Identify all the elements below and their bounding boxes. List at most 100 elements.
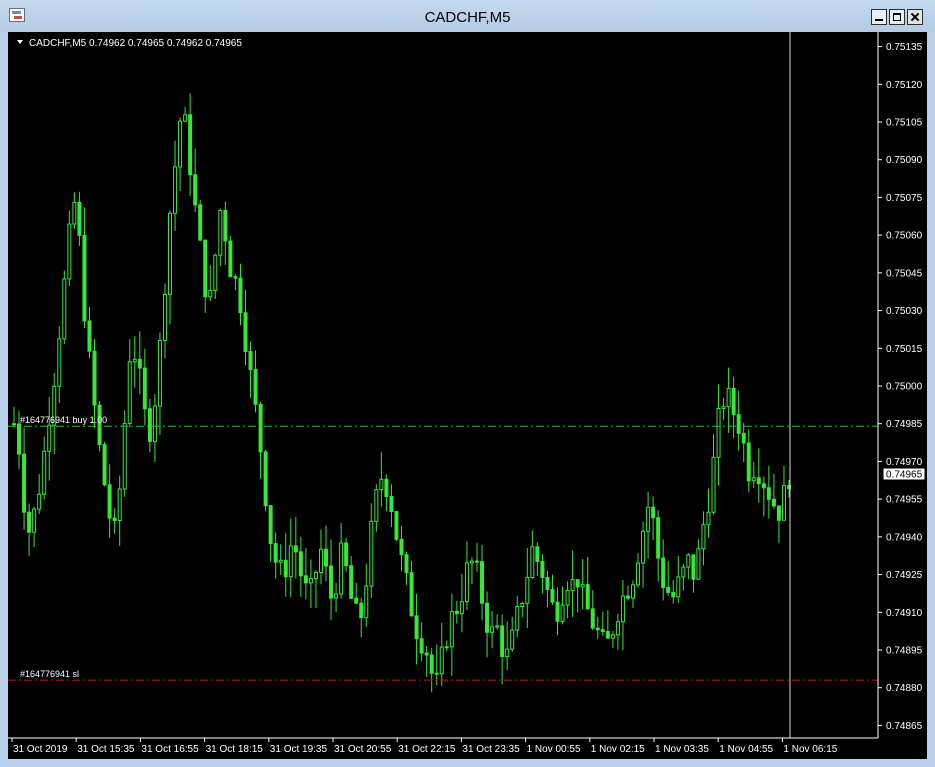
price-tick-label: 0.75045	[886, 268, 923, 279]
candle-body	[751, 477, 756, 482]
candle-body	[721, 406, 726, 410]
candle-body	[389, 495, 394, 513]
chart-area[interactable]: #164776941 buy 1.00 #164776941 sl 0.75135…	[8, 32, 927, 759]
candle-body	[590, 608, 595, 629]
price-tick-label: 0.74940	[886, 532, 923, 543]
candle-body	[565, 590, 570, 606]
candle-body	[27, 511, 32, 533]
candle-body	[349, 565, 354, 599]
candle-body	[168, 212, 173, 295]
candle-body	[354, 597, 359, 604]
candle-body	[495, 625, 500, 628]
candle-body	[419, 638, 424, 654]
price-tick-label: 0.75105	[886, 118, 923, 129]
candle-body	[62, 278, 67, 340]
candle-body	[620, 595, 625, 623]
price-tick-label: 0.75090	[886, 155, 923, 166]
candle-body	[178, 120, 183, 168]
time-tick-label: 31 Oct 2019	[13, 744, 68, 755]
candle-body	[303, 575, 308, 584]
close-button[interactable]	[907, 9, 923, 25]
current-price-tag: 0.74965	[882, 467, 926, 481]
time-tick-label: 1 Nov 06:15	[783, 744, 837, 755]
candle-body	[273, 543, 278, 563]
candle-body	[646, 506, 651, 532]
time-tick-label: 31 Oct 16:55	[141, 744, 199, 755]
time-tick-label: 31 Oct 22:15	[398, 744, 456, 755]
candle-body	[248, 351, 253, 371]
candle-body	[298, 551, 303, 577]
candle-body	[429, 654, 434, 674]
candle-body	[32, 508, 37, 533]
candle-body	[706, 511, 711, 526]
candle-body	[183, 114, 188, 122]
candle-body	[686, 554, 691, 568]
candle-body	[369, 520, 374, 587]
candle-body	[575, 579, 580, 588]
candle-body	[339, 542, 344, 595]
candle-body	[701, 524, 706, 550]
price-tick-label: 0.74895	[886, 646, 923, 657]
candle-body	[716, 408, 721, 458]
candle-body	[57, 338, 62, 387]
price-tick-label: 0.74955	[886, 495, 923, 506]
candle-body	[22, 453, 27, 513]
candle-body	[238, 277, 243, 314]
price-tick-label: 0.75060	[886, 231, 923, 242]
price-tick-label: 0.75030	[886, 306, 923, 317]
candle-body	[72, 201, 77, 225]
candle-body	[12, 423, 16, 426]
candle-body	[691, 554, 696, 580]
candle-body	[334, 593, 339, 599]
dropdown-triangle-icon[interactable]	[17, 40, 23, 44]
candle-body	[570, 579, 575, 592]
candle-body	[203, 239, 208, 298]
candle-body	[741, 432, 746, 444]
candle-body	[444, 646, 449, 649]
candle-body	[193, 174, 198, 206]
candle-body	[731, 387, 736, 416]
candle-body	[625, 595, 630, 599]
time-tick-label: 31 Oct 19:35	[270, 744, 328, 755]
time-tick-label: 1 Nov 00:55	[527, 744, 581, 755]
candle-body	[218, 210, 223, 256]
candle-body	[505, 648, 510, 657]
window-title: CADCHF,M5	[424, 9, 511, 26]
candle-body	[324, 548, 329, 567]
time-tick-label: 1 Nov 04:55	[719, 744, 773, 755]
title-bar[interactable]: CADCHF,M5	[0, 0, 935, 32]
candle-body	[137, 358, 142, 369]
candle-body	[464, 562, 469, 603]
symbol-header: CADCHF,M5 0.74962 0.74965 0.74962 0.7496…	[17, 38, 242, 49]
candle-body	[480, 561, 485, 604]
candle-body	[681, 566, 686, 578]
candle-body	[92, 350, 97, 406]
candle-body	[610, 634, 615, 639]
price-chart[interactable]: #164776941 buy 1.00 #164776941 sl 0.75135…	[8, 32, 927, 759]
price-tick-label: 0.74925	[886, 570, 923, 581]
candle-body	[233, 276, 238, 279]
candle-body	[308, 578, 313, 584]
chart-window: CADCHF,M5 #164776941 buy 1.00 #164776941 …	[0, 0, 935, 767]
candle-body	[359, 602, 364, 619]
candle-body	[585, 584, 590, 610]
candle-body	[278, 559, 283, 563]
candle-body	[656, 517, 661, 559]
candle-body	[157, 339, 162, 407]
price-tick-label: 0.75120	[886, 80, 923, 91]
candle-body	[223, 210, 228, 242]
candle-body	[766, 487, 771, 500]
candle-body	[142, 367, 147, 410]
candle-body	[414, 615, 419, 640]
current-price-label: 0.74965	[886, 470, 923, 481]
candle-body	[756, 477, 761, 485]
time-tick-label: 31 Oct 23:35	[462, 744, 520, 755]
maximize-button[interactable]	[889, 9, 905, 25]
candle-body	[77, 201, 82, 236]
candle-body	[781, 485, 786, 521]
candle-body	[122, 422, 127, 490]
candle-body	[474, 560, 479, 563]
candle-body	[515, 606, 520, 631]
minimize-button[interactable]	[871, 9, 887, 25]
candle-body	[288, 545, 293, 578]
